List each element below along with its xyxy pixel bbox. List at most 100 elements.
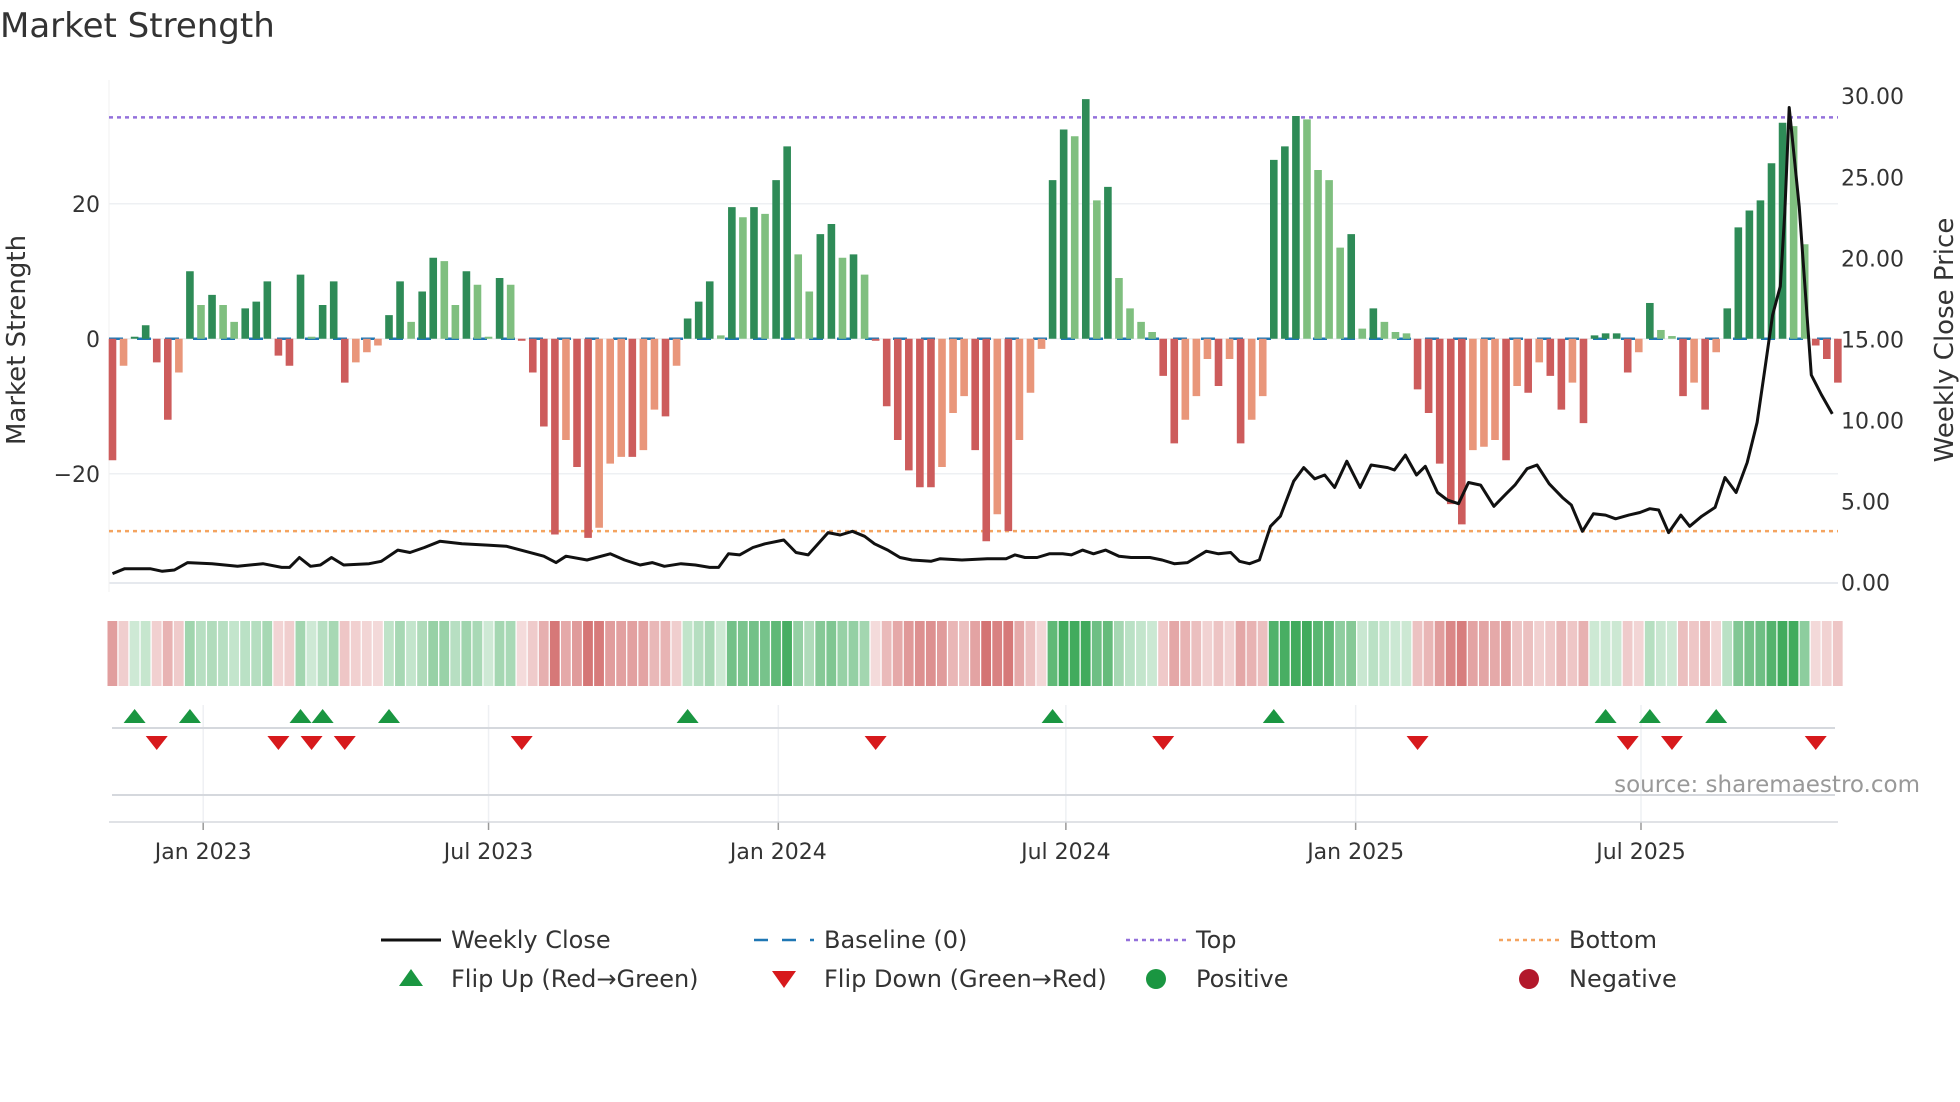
heatmap-cell <box>804 621 815 686</box>
flip-up-marker <box>1594 709 1617 723</box>
strength-bar <box>318 305 327 339</box>
heatmap-cell <box>273 621 284 686</box>
strength-bar <box>816 234 825 339</box>
strength-bar <box>152 338 161 363</box>
strength-bar <box>473 284 482 339</box>
strength-bar <box>1214 338 1223 386</box>
heatmap-cell <box>1423 621 1434 686</box>
strength-bar <box>860 274 869 339</box>
x-tick-label: Jul 2025 <box>1594 840 1686 865</box>
heatmap-cell <box>140 621 151 686</box>
heatmap-cell <box>328 621 339 686</box>
heatmap-cell <box>1224 621 1235 686</box>
y2-axis-label: Weekly Close Price <box>1930 218 1960 463</box>
heatmap-cell <box>417 621 427 686</box>
strength-bar <box>949 338 957 413</box>
strength-bar <box>1380 321 1389 339</box>
strength-bar <box>1081 99 1090 339</box>
heatmap-cell <box>1268 621 1279 686</box>
strength-bar <box>1590 335 1599 339</box>
strength-bar <box>617 338 626 457</box>
heatmap-cell <box>1113 621 1124 686</box>
heatmap-cell <box>1313 621 1323 686</box>
strength-bar <box>1579 338 1588 424</box>
strength-bar <box>1115 278 1123 339</box>
heatmap-cell <box>1589 621 1600 686</box>
strength-bar <box>230 321 238 339</box>
strength-bar <box>1546 338 1555 376</box>
heatmap-cell <box>925 621 936 686</box>
strength-bar <box>119 338 128 366</box>
strength-bar <box>1247 338 1256 420</box>
heatmap-cell <box>760 621 770 686</box>
heatmap-cell <box>1235 621 1246 686</box>
strength-bar <box>385 315 393 339</box>
heatmap-cell <box>129 621 140 686</box>
strength-bar <box>1601 333 1610 339</box>
strength-bar <box>462 271 471 339</box>
strength-bar <box>1148 332 1156 339</box>
heatmap-cell <box>395 621 405 686</box>
heatmap-cell <box>527 621 538 686</box>
heatmap-cell <box>959 621 969 686</box>
heatmap-cell <box>1456 621 1467 686</box>
heatmap-cell <box>1301 621 1312 686</box>
flip-down-marker <box>510 736 533 750</box>
heatmap-cell <box>240 621 251 686</box>
strength-bar <box>905 338 913 471</box>
strength-bar <box>916 338 924 488</box>
heatmap-cell <box>229 621 239 686</box>
heatmap-cell <box>1799 621 1810 686</box>
strength-bar <box>1668 336 1676 339</box>
strength-bar <box>827 224 836 339</box>
y2-tick-label: 15.00 <box>1841 328 1904 353</box>
strength-bar <box>1491 338 1499 440</box>
strength-bar <box>1435 338 1444 464</box>
market-strength-chart: 20 0 −20 30.00 25.00 20.00 15.00 10.00 5.00 0.00 J… <box>2 80 1960 993</box>
strength-bar <box>1292 116 1300 339</box>
strength-bar <box>927 338 935 488</box>
strength-bar <box>1358 328 1367 339</box>
strength-bar <box>363 338 371 353</box>
heatmap-cell <box>560 621 571 686</box>
y-tick-label: −20 <box>54 463 100 488</box>
x-tick-label: Jan 2025 <box>1305 840 1404 865</box>
heatmap-cell <box>682 621 693 686</box>
heatmap-cell <box>1335 621 1345 686</box>
heatmap-cell <box>859 621 870 686</box>
heatmap-cell <box>538 621 549 686</box>
heatmap-cell <box>1633 621 1644 686</box>
strength-bar <box>1612 333 1621 339</box>
strength-bar <box>1712 338 1720 353</box>
heatmap-cell <box>970 621 980 686</box>
heatmap-cell <box>1821 621 1832 686</box>
heatmap-cell <box>1169 621 1180 686</box>
strength-bar <box>1369 308 1378 339</box>
legend-label: Flip Up (Red→Green) <box>451 965 699 993</box>
heatmap-cell <box>1534 621 1545 686</box>
strength-bar <box>871 338 880 341</box>
strength-bar <box>1303 119 1311 339</box>
heatmap-cell <box>1655 621 1666 686</box>
strength-bar <box>1424 338 1433 413</box>
strength-bar <box>1823 338 1831 359</box>
heatmap-cell <box>1478 621 1489 686</box>
strength-bar <box>1270 159 1278 339</box>
x-tick-label: Jan 2023 <box>153 840 252 865</box>
strength-bar <box>495 278 504 339</box>
heatmap-cell <box>627 621 638 686</box>
heatmap-cell <box>1191 621 1202 686</box>
heatmap-cell <box>1788 621 1799 686</box>
heatmap-cell <box>1102 621 1113 686</box>
heatmap-cell <box>494 621 505 686</box>
strength-bar <box>650 338 659 410</box>
strength-bar <box>1480 338 1488 447</box>
heatmap-cell <box>173 621 184 686</box>
strength-bar <box>340 338 349 383</box>
strength-bar <box>418 291 426 339</box>
heatmap-cell <box>837 621 848 686</box>
heatmap-cell <box>848 621 859 686</box>
heatmap-cell <box>782 621 792 686</box>
strength-bar <box>1834 338 1842 383</box>
strength-bar <box>1037 338 1046 349</box>
